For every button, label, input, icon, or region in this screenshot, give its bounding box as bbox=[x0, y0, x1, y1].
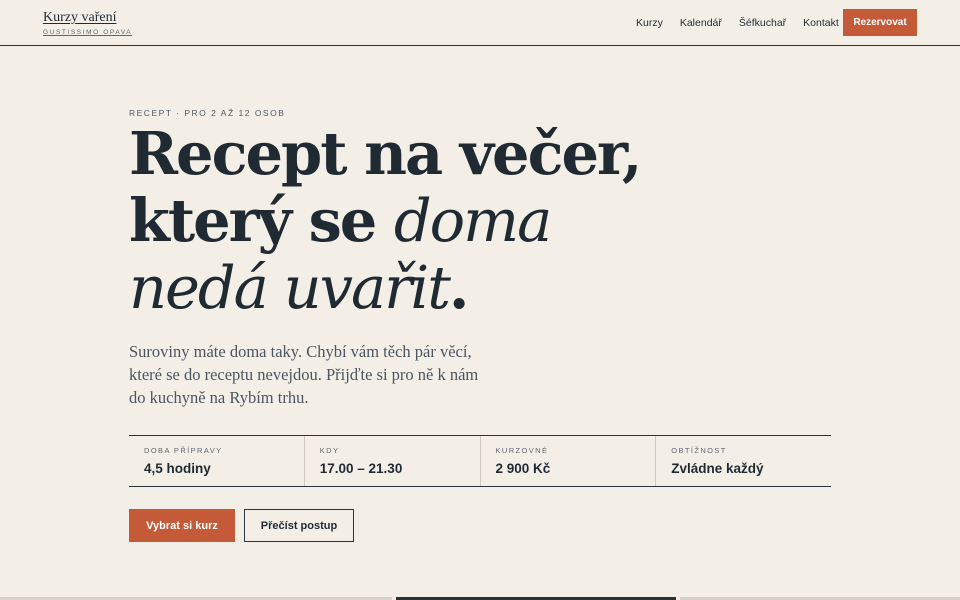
hero-lead: Suroviny máte doma taky. Chybí vám těch … bbox=[129, 342, 479, 407]
main-nav: Kurzy Kalendář Šéfkuchař Kontakt bbox=[636, 17, 856, 29]
nav-item-kontakt[interactable]: Kontakt bbox=[803, 17, 839, 29]
fact-label: OBTÍŽNOST bbox=[671, 446, 727, 455]
headline-line-2a: který se bbox=[129, 186, 377, 255]
fact-label: DOBA PŘÍPRAVY bbox=[144, 446, 223, 455]
reserve-button[interactable]: Rezervovat bbox=[843, 9, 917, 36]
read-recipe-button[interactable]: Přečíst postup bbox=[244, 509, 354, 542]
fact-difficulty: OBTÍŽNOST Zvládne každý bbox=[655, 436, 831, 486]
brand-logo-link[interactable]: Kurzy vaření GUSTISSIMO OPAVA bbox=[43, 10, 132, 36]
nav-item-kurzy[interactable]: Kurzy bbox=[636, 17, 663, 29]
hero-eyebrow: RECEPT · PRO 2 AŽ 12 OSOB bbox=[129, 108, 286, 118]
brand-name: Kurzy vaření bbox=[43, 10, 117, 25]
site-header: Kurzy vaření GUSTISSIMO OPAVA Kurzy Kale… bbox=[0, 0, 960, 46]
fact-value: 2 900 Kč bbox=[495, 461, 551, 476]
recipe-facts: DOBA PŘÍPRAVY 4,5 hodiny KDY 17.00 – 21.… bbox=[129, 435, 831, 487]
fact-label: KURZOVNÉ bbox=[495, 446, 549, 455]
fact-prep-time: DOBA PŘÍPRAVY 4,5 hodiny bbox=[129, 436, 304, 486]
fact-value: 17.00 – 21.30 bbox=[319, 461, 403, 476]
fact-when: KDY 17.00 – 21.30 bbox=[303, 436, 480, 486]
fact-value: Zvládne každý bbox=[671, 461, 764, 476]
nav-item-kalendar[interactable]: Kalendář bbox=[680, 17, 722, 29]
hero-headline: Recept na večer, který se doma nedá uvař… bbox=[129, 120, 649, 321]
brand-tagline: GUSTISSIMO OPAVA bbox=[43, 29, 133, 36]
nav-item-sefkuchar[interactable]: Šéfkuchař bbox=[739, 17, 786, 29]
fact-price: KURZOVNÉ 2 900 Kč bbox=[479, 436, 656, 486]
headline-line-1: Recept na večer, bbox=[129, 119, 642, 188]
headline-line-3: nedá uvařit bbox=[129, 253, 451, 322]
choose-course-button[interactable]: Vybrat si kurz bbox=[129, 509, 235, 542]
fact-label: KDY bbox=[319, 446, 340, 455]
headline-period: . bbox=[448, 253, 469, 322]
headline-line-2b: doma bbox=[393, 186, 552, 255]
page: Kurzy vaření GUSTISSIMO OPAVA Kurzy Kale… bbox=[0, 0, 960, 600]
fact-value: 4,5 hodiny bbox=[144, 461, 211, 476]
